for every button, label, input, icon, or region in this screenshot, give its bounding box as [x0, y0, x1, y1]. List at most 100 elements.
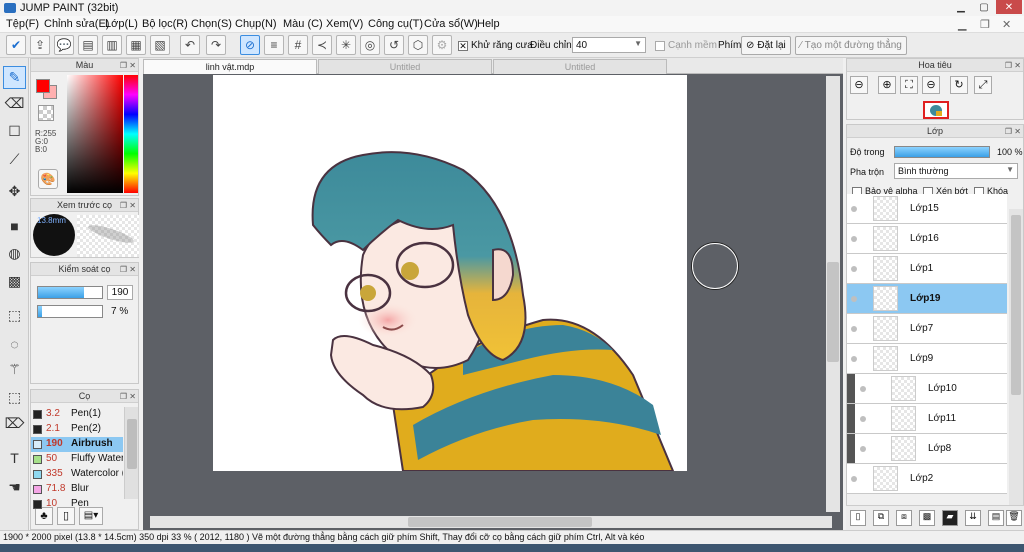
reset-button[interactable]: ⊘ Đặt lại — [741, 36, 791, 55]
merge-icon[interactable]: ⇊ — [965, 510, 981, 526]
comment-icon[interactable]: 💬 — [54, 35, 74, 55]
visibility-icon[interactable] — [851, 476, 857, 482]
visibility-icon[interactable] — [851, 266, 857, 272]
layer-row[interactable]: Lớp1 — [847, 254, 1007, 284]
visibility-icon[interactable] — [860, 386, 866, 392]
menu-help[interactable]: Help — [477, 18, 500, 30]
page-icon[interactable]: ▥ — [102, 35, 122, 55]
crosshatch-icon[interactable]: # — [288, 35, 308, 55]
layer-settings-icon[interactable]: ▤ — [988, 510, 1004, 526]
new-layer-icon[interactable]: ▯ — [850, 510, 866, 526]
brush-size-slider[interactable] — [37, 286, 103, 299]
select-pen-icon[interactable]: ⬚ — [3, 386, 26, 409]
brush-item[interactable]: 2.1 Pen(2) — [31, 422, 123, 437]
brush-item[interactable]: 71.8 Blur — [31, 482, 123, 497]
visibility-icon[interactable] — [851, 326, 857, 332]
select-rect-icon[interactable]: ☐ — [3, 120, 26, 143]
visibility-icon[interactable] — [851, 356, 857, 362]
zoom-in-icon[interactable]: ⊕ — [878, 76, 896, 94]
zoom-out-2-icon[interactable]: ⊖ — [922, 76, 940, 94]
select-icon[interactable]: ⬚ — [3, 304, 26, 327]
menu-edit[interactable]: Chỉnh sửa(E) — [44, 18, 109, 30]
doc-close-icon[interactable]: ✕ — [1002, 18, 1011, 31]
visibility-icon[interactable] — [860, 416, 866, 422]
visibility-icon[interactable] — [851, 206, 857, 212]
brush-list-scrollbar[interactable] — [124, 407, 138, 499]
palette-icon[interactable]: 🎨 — [38, 169, 58, 189]
magic-wand-icon[interactable]: ⚚ — [3, 358, 26, 381]
cloud-check-icon[interactable]: ✔ — [6, 35, 26, 55]
adjust-select[interactable]: 40 ▼ — [572, 37, 646, 53]
visibility-icon[interactable] — [860, 446, 866, 452]
minimize-icon[interactable]: ▁ — [950, 0, 972, 14]
straight-line-button[interactable]: ⁄ Tạo một đường thẳng — [795, 36, 907, 55]
menu-layer[interactable]: Lớp(L) — [105, 18, 138, 30]
brush-item[interactable]: 335 Watercolor ( — [31, 467, 123, 482]
brush-opacity-slider[interactable] — [37, 305, 103, 318]
hue-slider[interactable] — [124, 75, 138, 193]
no-snap-icon[interactable]: ⊘ — [240, 35, 260, 55]
settings-icon[interactable]: ⚙ — [432, 35, 452, 55]
layer-scroll-thumb[interactable] — [1011, 215, 1021, 395]
undo-icon[interactable]: ↶ — [180, 35, 200, 55]
zoom-out-icon[interactable]: ⊖ — [850, 76, 868, 94]
menu-capture[interactable]: Chụp(N) — [235, 18, 277, 30]
panel-buttons-icon[interactable]: ❐ ✕ — [120, 60, 136, 72]
pen-icon[interactable]: ✎ — [3, 66, 26, 89]
screentone-icon[interactable]: ▩ — [919, 510, 935, 526]
gradient-icon[interactable]: ▩ — [3, 270, 26, 293]
document-icon[interactable]: ▦ — [126, 35, 146, 55]
scroll-thumb[interactable] — [127, 419, 137, 469]
layer-mask-icon[interactable]: ⧈ — [896, 510, 912, 526]
delete-layer-icon[interactable]: 🗑 — [1006, 510, 1022, 526]
menu-file[interactable]: Tệp(F) — [6, 18, 39, 30]
maximize-icon[interactable]: ▢ — [973, 0, 995, 14]
move-icon[interactable]: ✥ — [3, 180, 26, 203]
redo-icon[interactable]: ↷ — [206, 35, 226, 55]
vscroll-thumb[interactable] — [827, 262, 839, 362]
fill-icon[interactable]: ◍ — [3, 242, 26, 265]
perspective-icon[interactable]: ≺ — [312, 35, 332, 55]
panel-buttons-icon[interactable]: ❐ ✕ — [1005, 60, 1021, 72]
brush-size-input[interactable]: 190 — [107, 285, 133, 300]
doc-restore-icon[interactable]: ❐ — [980, 18, 990, 31]
panel-buttons-icon[interactable]: ❐ ✕ — [1005, 126, 1021, 138]
visibility-icon[interactable] — [851, 236, 857, 242]
menu-color[interactable]: Màu (C) — [283, 18, 323, 30]
transparent-swatch[interactable] — [38, 105, 54, 121]
layer-row[interactable]: Lớp2 — [847, 464, 1007, 494]
hscroll-thumb[interactable] — [408, 517, 592, 527]
select-eraser-icon[interactable]: ⌦ — [3, 412, 26, 435]
brush-item[interactable]: 190 Airbrush — [31, 437, 123, 452]
tab-linh-vat[interactable]: linh vật.mdp — [143, 59, 317, 74]
panel-buttons-icon[interactable]: ❐ ✕ — [120, 264, 136, 276]
tab-untitled-2[interactable]: Untitled — [493, 59, 667, 74]
navigator-thumbnail[interactable] — [923, 101, 949, 119]
smooth-checkbox[interactable] — [655, 41, 665, 51]
brush-item[interactable]: 50 Fluffy Water — [31, 452, 123, 467]
visibility-icon[interactable] — [851, 296, 857, 302]
layer-row[interactable]: Lớp16 — [847, 224, 1007, 254]
doc-minimize-icon[interactable]: ▁ — [958, 18, 966, 31]
antialias-checkbox[interactable]: ✕ — [458, 41, 468, 51]
layer-row[interactable]: Lớp19 — [847, 284, 1007, 314]
panel-buttons-icon[interactable]: ❐ ✕ — [120, 391, 136, 403]
artwork-canvas[interactable] — [213, 75, 687, 471]
flip-icon[interactable]: ⤢ — [974, 76, 992, 94]
lasso-icon[interactable]: ◌ — [3, 332, 26, 355]
rect-fill-icon[interactable]: ■ — [3, 214, 26, 237]
eraser-icon[interactable]: ⌫ — [3, 92, 26, 115]
radial-icon[interactable]: ✳ — [336, 35, 356, 55]
menu-filter[interactable]: Bộ lọc(R) — [142, 18, 188, 30]
fit-icon[interactable]: ⛶ — [900, 76, 918, 94]
folder-icon[interactable]: ▰ — [942, 510, 958, 526]
layer-scrollbar[interactable] — [1009, 209, 1023, 507]
layer-row[interactable]: Lớp10 — [847, 374, 1007, 404]
color-saturation-box[interactable] — [67, 75, 123, 193]
layer-row[interactable]: Lớp7 — [847, 314, 1007, 344]
curve-icon[interactable]: ↺ — [384, 35, 404, 55]
parallel-lines-icon[interactable]: ≡ — [264, 35, 284, 55]
message-icon[interactable]: ▤ — [78, 35, 98, 55]
layer-row[interactable]: Lớp9 — [847, 344, 1007, 374]
tab-untitled-1[interactable]: Untitled — [318, 59, 492, 74]
